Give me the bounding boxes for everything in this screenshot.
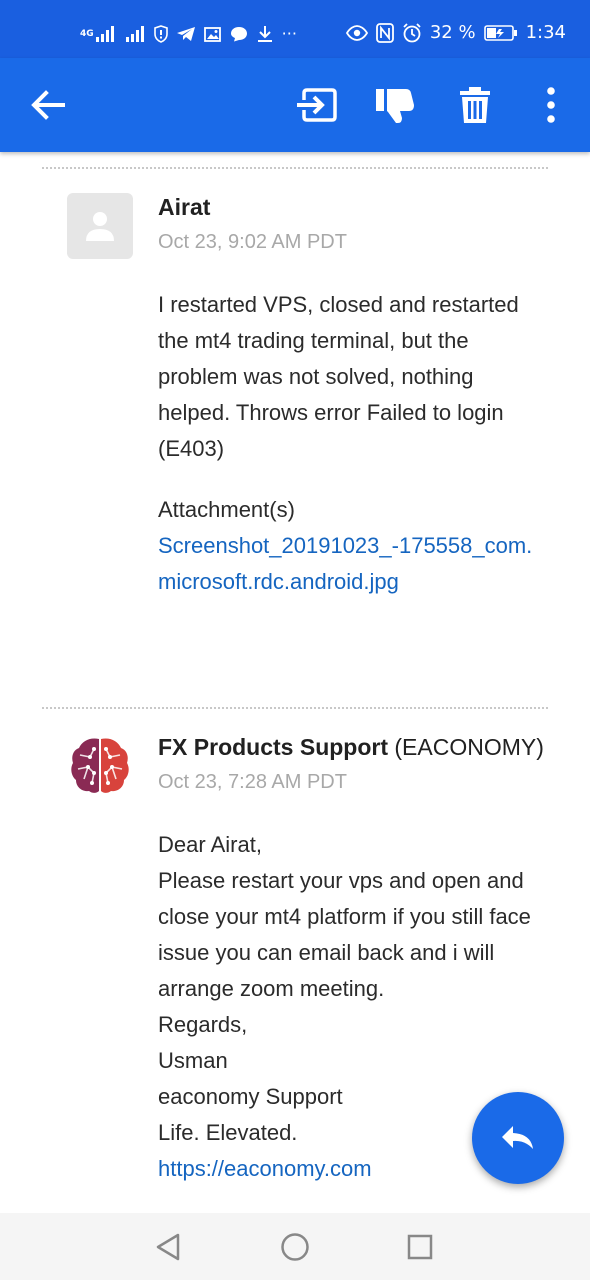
person-icon (86, 212, 114, 241)
sender-name-text: FX Products Support (158, 734, 388, 760)
thumbs-down-icon (376, 89, 414, 123)
status-right: 32 % 1:34 (345, 22, 566, 43)
more-vert-icon (547, 87, 555, 123)
avatar[interactable] (67, 193, 133, 259)
sender-name: Airat (158, 194, 210, 221)
network-type: 4G (80, 28, 94, 39)
message-body: I restarted VPS, closed and restarted th… (158, 287, 550, 467)
message-date: Oct 23, 9:02 AM PDT (158, 231, 347, 253)
alarm-icon (402, 22, 422, 43)
message-paragraph: Please restart your vps and open and clo… (158, 868, 531, 1001)
message-divider (42, 707, 548, 709)
signal-bars-icon (124, 25, 146, 42)
move-to-button[interactable] (292, 81, 340, 129)
sender-org: (EACONOMY) (388, 734, 544, 760)
battery-charging-icon (483, 24, 518, 42)
delete-button[interactable] (451, 81, 499, 129)
app-bar (0, 58, 590, 152)
message-paragraph: Regards, (158, 1012, 248, 1037)
sender-name: FX Products Support (EACONOMY) (158, 734, 544, 761)
battery-percent: 32 % (429, 22, 476, 43)
status-left: 4G ··· (80, 24, 297, 43)
signal-4g-icon: 4G (80, 25, 116, 42)
message-date: Oct 23, 7:28 AM PDT (158, 771, 347, 793)
nav-recents-button[interactable] (404, 1231, 436, 1263)
sender-name-text: Airat (158, 194, 211, 220)
eye-icon (345, 24, 368, 41)
message-paragraph: I restarted VPS, closed and restarted th… (158, 292, 519, 461)
nfc-icon (375, 22, 394, 43)
message-paragraph: Usman (158, 1048, 228, 1073)
arrow-back-icon (31, 90, 65, 120)
attachment-link-container: Screenshot_20191023_-175558_com.microsof… (158, 528, 550, 600)
message-paragraph: Dear Airat, (158, 832, 262, 857)
not-spam-button[interactable] (370, 81, 418, 129)
reply-button[interactable] (472, 1092, 564, 1184)
square-recents-icon (407, 1234, 433, 1260)
gallery-icon (203, 26, 222, 42)
more-notifications: ··· (281, 24, 297, 43)
status-bar: 4G ··· 32 % 1:34 (0, 0, 590, 58)
chat-bubble-icon (230, 26, 248, 42)
nav-home-button[interactable] (279, 1231, 311, 1263)
triangle-back-icon (156, 1233, 180, 1261)
back-button[interactable] (24, 81, 72, 129)
attachment-label: Attachment(s) (158, 497, 295, 522)
shield-icon (153, 24, 168, 43)
message-divider (42, 167, 548, 169)
brain-logo-icon (71, 738, 129, 793)
circle-home-icon (281, 1233, 309, 1261)
move-to-icon (297, 88, 337, 122)
navigation-bar (0, 1213, 590, 1280)
avatar[interactable] (68, 733, 132, 797)
attachment-link[interactable]: Screenshot_20191023_-175558_com.microsof… (158, 533, 532, 594)
telegram-icon (176, 26, 196, 42)
reply-icon (502, 1126, 533, 1149)
download-icon (256, 25, 274, 43)
delete-icon (460, 87, 490, 123)
clock: 1:34 (525, 22, 566, 43)
more-options-button[interactable] (527, 81, 575, 129)
nav-back-button[interactable] (152, 1231, 184, 1263)
website-link[interactable]: https://eaconomy.com (158, 1156, 372, 1181)
